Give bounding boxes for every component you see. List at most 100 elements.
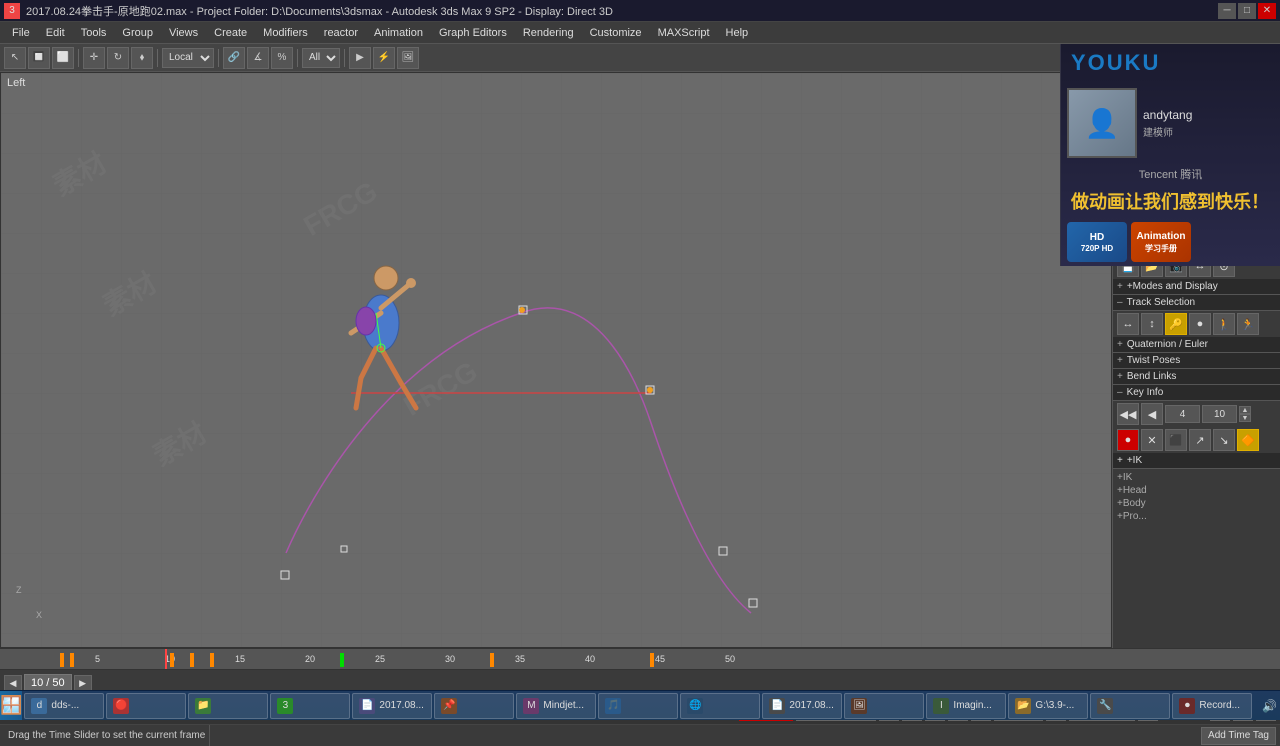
scroll-left-btn[interactable]: ◀: [4, 675, 22, 691]
minimize-button[interactable]: ─: [1218, 3, 1236, 19]
files-label: G:\3.9-...: [1035, 700, 1074, 711]
key-marker-1[interactable]: [60, 653, 64, 667]
select-tool[interactable]: ↖: [4, 47, 26, 69]
app-red[interactable]: 🔴: [106, 693, 186, 719]
viewport[interactable]: Left 素材 素材 素材 FRCG FRCG Z X: [0, 72, 1112, 648]
key-number-input[interactable]: [1165, 405, 1200, 423]
key-time-input[interactable]: [1202, 405, 1237, 423]
prev-frame-btn[interactable]: ◀: [1141, 403, 1163, 425]
key-tangent-3[interactable]: ⬛: [1165, 429, 1187, 451]
volume-icon[interactable]: 🔊: [1262, 699, 1277, 713]
file-icon: 📄: [359, 698, 375, 714]
taskbar-apps: d dds-... 🔴 📁 3 📄 2017.08... 📌 M Mindjet…: [22, 691, 1254, 721]
start-button[interactable]: 🪟: [0, 691, 22, 720]
app-music[interactable]: 🎵: [598, 693, 678, 719]
key-tangent-6[interactable]: 🔶: [1237, 429, 1259, 451]
app-dds[interactable]: d dds-...: [24, 693, 104, 719]
prev-key-btn[interactable]: ◀◀: [1117, 403, 1139, 425]
track-body-btn[interactable]: ↕: [1141, 313, 1163, 335]
snap-toggle[interactable]: 🔗: [223, 47, 245, 69]
toolbar-separator: [78, 49, 79, 67]
app-imagin[interactable]: I Imagin...: [926, 693, 1006, 719]
app-2017-2[interactable]: 📄 2017.08...: [762, 693, 842, 719]
key-marker-green[interactable]: [340, 653, 344, 667]
menu-animation[interactable]: Animation: [366, 25, 431, 41]
menu-help[interactable]: Help: [718, 25, 757, 41]
app-folder[interactable]: 📁: [188, 693, 268, 719]
quick-render[interactable]: ⚡: [373, 47, 395, 69]
key-info-header[interactable]: – Key Info: [1113, 385, 1280, 401]
app-record[interactable]: ⏺ Record...: [1172, 693, 1252, 719]
app-pin[interactable]: 📌: [434, 693, 514, 719]
hd-badge[interactable]: HD 720P HD: [1067, 222, 1127, 262]
file2-icon: 📄: [769, 698, 785, 714]
menu-views[interactable]: Views: [161, 25, 206, 41]
select-region[interactable]: ⬜: [52, 47, 74, 69]
menu-customize[interactable]: Customize: [582, 25, 650, 41]
tcb-header[interactable]: + +IK: [1113, 453, 1280, 469]
key-marker-3[interactable]: [170, 653, 174, 667]
angle-snap[interactable]: ∡: [247, 47, 269, 69]
menu-create[interactable]: Create: [206, 25, 255, 41]
app-browser[interactable]: 🌐: [680, 693, 760, 719]
menu-rendering[interactable]: Rendering: [515, 25, 582, 41]
key-marker-7[interactable]: [650, 653, 654, 667]
head-item[interactable]: +Head: [1117, 484, 1276, 497]
app-2017[interactable]: 📄 2017.08...: [352, 693, 432, 719]
menu-group[interactable]: Group: [114, 25, 161, 41]
app-tools[interactable]: 🔧: [1090, 693, 1170, 719]
timeline-track[interactable]: 5 10 15 20 25 30 35 40 45 50: [0, 648, 1280, 670]
reference-coord-select[interactable]: Local World View: [162, 48, 214, 68]
app-mindjet[interactable]: M Mindjet...: [516, 693, 596, 719]
modes-display-header[interactable]: + +Modes and Display: [1113, 279, 1280, 295]
bend-links-header[interactable]: + Bend Links: [1113, 369, 1280, 385]
twist-poses-header[interactable]: + Twist Poses: [1113, 353, 1280, 369]
track-selection-label: Track Selection: [1127, 297, 1196, 308]
filter-select[interactable]: All: [302, 48, 340, 68]
ik-item[interactable]: +IK: [1117, 471, 1276, 484]
select-rotate[interactable]: ↻: [107, 47, 129, 69]
menu-maxscript[interactable]: MAXScript: [650, 25, 718, 41]
track-selection-header[interactable]: – Track Selection: [1113, 295, 1280, 311]
key-marker-6[interactable]: [490, 653, 494, 667]
menu-modifiers[interactable]: Modifiers: [255, 25, 316, 41]
key-tangent-2[interactable]: ✕: [1141, 429, 1163, 451]
render-last[interactable]: 🖼: [397, 47, 419, 69]
track-body2-btn[interactable]: ●: [1189, 313, 1211, 335]
app-3ds[interactable]: 3: [270, 693, 350, 719]
key-spin-up[interactable]: ▲: [1239, 406, 1251, 414]
pin-icon: 📌: [441, 698, 457, 714]
animation-badge[interactable]: Animation 学习手册: [1131, 222, 1191, 262]
app-files[interactable]: 📂 G:\3.9-...: [1008, 693, 1088, 719]
menu-tools[interactable]: Tools: [73, 25, 115, 41]
body-item[interactable]: +Body: [1117, 497, 1276, 510]
track-walk-btn[interactable]: 🚶: [1213, 313, 1235, 335]
prop-item[interactable]: +Pro...: [1117, 510, 1276, 523]
percent-snap[interactable]: %: [271, 47, 293, 69]
menu-edit[interactable]: Edit: [38, 25, 73, 41]
menu-graph-editors[interactable]: Graph Editors: [431, 25, 515, 41]
restore-button[interactable]: □: [1238, 3, 1256, 19]
key-marker-5[interactable]: [210, 653, 214, 667]
track-run-btn[interactable]: 🏃: [1237, 313, 1259, 335]
key-marker-4[interactable]: [190, 653, 194, 667]
select-move[interactable]: ✛: [83, 47, 105, 69]
key-spin-down[interactable]: ▼: [1239, 414, 1251, 422]
menu-file[interactable]: File: [4, 25, 38, 41]
quat-euler-header[interactable]: + Quaternion / Euler: [1113, 337, 1280, 353]
menu-reactor[interactable]: reactor: [316, 25, 366, 41]
frame-45-label: 45: [655, 654, 665, 664]
select-scale[interactable]: ⬧: [131, 47, 153, 69]
add-time-tag-btn[interactable]: Add Time Tag: [1201, 727, 1276, 745]
app-img[interactable]: 🖼: [844, 693, 924, 719]
key-marker-2[interactable]: [70, 653, 74, 667]
track-key-btn[interactable]: 🔑: [1165, 313, 1187, 335]
render-scene[interactable]: ▶: [349, 47, 371, 69]
key-tangent-4[interactable]: ↗: [1189, 429, 1211, 451]
track-all-btn[interactable]: ↔: [1117, 313, 1139, 335]
key-tangent-5[interactable]: ↘: [1213, 429, 1235, 451]
key-tangent-1[interactable]: ●: [1117, 429, 1139, 451]
close-button[interactable]: ✕: [1258, 3, 1276, 19]
select-by-name[interactable]: 🔲: [28, 47, 50, 69]
scroll-right-btn[interactable]: ▶: [74, 675, 92, 691]
